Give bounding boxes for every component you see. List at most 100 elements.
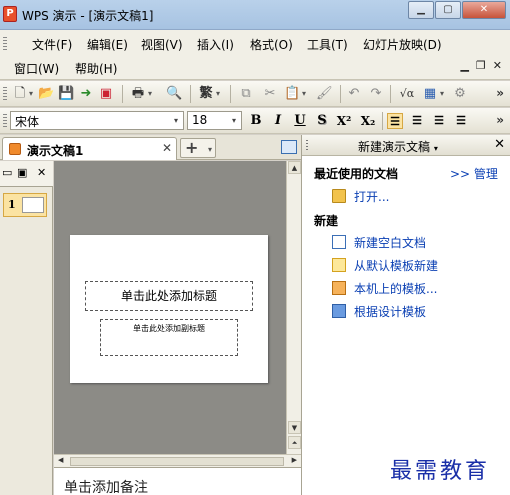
- font-name-select[interactable]: 宋体 ▾: [10, 111, 184, 130]
- toolbar-separator: [122, 85, 123, 103]
- menu-window[interactable]: 窗口(W): [14, 60, 59, 77]
- scroll-up-icon[interactable]: ▲: [288, 161, 301, 174]
- outline-view-icon[interactable]: ▭: [2, 166, 12, 179]
- doc-restore-icon[interactable]: ❐: [476, 59, 486, 72]
- toolbar-grip[interactable]: [3, 114, 7, 128]
- notes-pane[interactable]: 单击添加备注: [54, 467, 301, 495]
- wps-presentation-icon: P: [3, 6, 17, 22]
- new-dropdown-icon[interactable]: ▾: [29, 89, 33, 98]
- chevron-down-icon: ▾: [433, 144, 438, 153]
- recent-docs-heading: 最近使用的文档: [314, 167, 399, 181]
- align-center-icon[interactable]: ☰: [409, 113, 425, 129]
- design-template-link[interactable]: 根据设计模板: [354, 303, 426, 320]
- pane-close-icon[interactable]: ✕: [37, 166, 46, 179]
- format-painter-icon[interactable]: 🖌: [316, 86, 333, 102]
- new-blank-link[interactable]: 新建空白文档: [354, 234, 426, 251]
- connect-icon[interactable]: ⚙: [452, 86, 468, 102]
- notes-placeholder[interactable]: 单击添加备注: [64, 477, 148, 495]
- superscript-button[interactable]: X²: [334, 113, 354, 129]
- task-pane-close-icon[interactable]: ✕: [494, 137, 505, 152]
- slides-view-icon[interactable]: ▣: [17, 166, 27, 179]
- paste-dropdown-icon[interactable]: ▾: [302, 89, 306, 98]
- underline-button[interactable]: U: [292, 113, 308, 129]
- from-default-template-link[interactable]: 从默认模板新建: [354, 257, 438, 274]
- menu-tools[interactable]: 工具(T): [307, 36, 348, 53]
- tab-presentation-1[interactable]: 演示文稿1 ✕: [2, 137, 177, 160]
- manage-link[interactable]: >> 管理: [450, 165, 498, 182]
- redo-icon[interactable]: ↷: [368, 86, 384, 102]
- slide-canvas[interactable]: 单击此处添加标题 单击此处添加副标题: [70, 235, 268, 383]
- font-size-dropdown-icon[interactable]: ▾: [228, 113, 240, 128]
- table-icon[interactable]: ▦: [422, 86, 438, 102]
- subscript-button[interactable]: X₂: [358, 113, 378, 129]
- toolbar-grip[interactable]: [3, 87, 7, 101]
- maximize-button[interactable]: ▢: [435, 1, 461, 19]
- menu-edit[interactable]: 编辑(E): [87, 36, 128, 53]
- print-dropdown-icon[interactable]: ▾: [148, 89, 152, 98]
- send-mail-icon[interactable]: ➜: [78, 86, 94, 102]
- cut-icon[interactable]: ✂: [262, 86, 278, 102]
- subtitle-placeholder[interactable]: 单击此处添加副标题: [100, 319, 238, 356]
- menu-format[interactable]: 格式(O): [250, 36, 293, 53]
- default-template-icon: [332, 258, 346, 272]
- minimize-button[interactable]: ▁: [408, 1, 434, 19]
- align-justify-icon[interactable]: ☰: [453, 113, 469, 129]
- menu-help[interactable]: 帮助(H): [75, 60, 117, 77]
- export-pdf-icon[interactable]: ▣: [98, 86, 114, 102]
- toolbar-overflow-icon[interactable]: »: [496, 86, 504, 100]
- menu-row-1: 文件(F) 编辑(E) 视图(V) 插入(I) 格式(O) 工具(T) 幻灯片放…: [0, 33, 510, 55]
- open-file-link[interactable]: 打开...: [354, 188, 389, 205]
- previous-slide-icon[interactable]: ⏶: [288, 436, 301, 449]
- scroll-down-icon[interactable]: ▼: [288, 421, 301, 434]
- vertical-scrollbar[interactable]: ▲ ▼ ⏶: [286, 161, 301, 454]
- table-dropdown-icon[interactable]: ▾: [440, 89, 444, 98]
- format-toolbar-overflow-icon[interactable]: »: [496, 113, 504, 127]
- window-layout-icon[interactable]: [281, 140, 297, 154]
- doc-close-icon[interactable]: ✕: [493, 59, 502, 72]
- save-icon[interactable]: 💾: [58, 86, 74, 102]
- watermark-text: 最需教育: [390, 459, 491, 484]
- local-templates-link[interactable]: 本机上的模板...: [354, 280, 437, 297]
- font-name-dropdown-icon[interactable]: ▾: [170, 113, 182, 128]
- horizontal-scrollbar[interactable]: ◀ ▶: [54, 454, 301, 467]
- close-window-button[interactable]: ✕: [462, 1, 506, 19]
- new-document-icon[interactable]: 🗋: [12, 86, 28, 102]
- menu-insert[interactable]: 插入(I): [197, 36, 234, 53]
- undo-icon[interactable]: ↶: [346, 86, 362, 102]
- paste-icon[interactable]: 📋: [284, 86, 300, 102]
- menu-file[interactable]: 文件(F): [32, 36, 72, 53]
- local-template-icon: [332, 281, 346, 295]
- copy-icon[interactable]: ⧉: [238, 86, 254, 102]
- font-size-select[interactable]: 18 ▾: [187, 111, 242, 130]
- menu-row-2: 窗口(W) 帮助(H) ▁ ❐ ✕: [0, 57, 510, 79]
- scroll-thumb[interactable]: [70, 457, 284, 466]
- italic-button[interactable]: I: [270, 113, 286, 129]
- print-icon[interactable]: 🖶: [130, 86, 146, 102]
- menu-view[interactable]: 视图(V): [141, 36, 183, 53]
- scroll-right-icon[interactable]: ▶: [292, 456, 297, 464]
- scroll-left-icon[interactable]: ◀: [58, 456, 63, 464]
- align-left-icon[interactable]: ☰: [387, 113, 403, 129]
- slide-thumbnail[interactable]: 1: [3, 193, 47, 217]
- open-folder-icon[interactable]: 📂: [38, 86, 54, 102]
- traditional-chinese-icon[interactable]: 繁: [198, 86, 214, 102]
- toolbar-separator: [340, 85, 341, 103]
- formula-icon[interactable]: √α: [396, 86, 418, 102]
- title-placeholder[interactable]: 单击此处添加标题: [85, 281, 253, 311]
- slide-number: 1: [8, 198, 16, 211]
- bold-button[interactable]: B: [248, 113, 264, 129]
- grip-handle[interactable]: [3, 37, 7, 51]
- menu-slideshow[interactable]: 幻灯片放映(D): [363, 36, 442, 53]
- chevron-down-icon[interactable]: ▾: [208, 145, 212, 154]
- convert-dropdown-icon[interactable]: ▾: [216, 89, 220, 98]
- print-preview-icon[interactable]: 🔍: [166, 86, 182, 102]
- shadow-button[interactable]: S: [314, 113, 330, 129]
- task-pane-grip[interactable]: [306, 140, 308, 151]
- task-pane-title[interactable]: 新建演示文稿 ▾: [358, 138, 438, 155]
- thumbnail-pane-tabs: ▭ ▣ ✕: [0, 161, 53, 187]
- align-right-icon[interactable]: ☰: [431, 113, 447, 129]
- tab-close-icon[interactable]: ✕: [162, 141, 172, 155]
- new-tab-button[interactable]: + ▾: [180, 138, 216, 158]
- doc-minimize-icon[interactable]: ▁: [460, 59, 468, 72]
- menu-bar: 文件(F) 编辑(E) 视图(V) 插入(I) 格式(O) 工具(T) 幻灯片放…: [0, 30, 510, 80]
